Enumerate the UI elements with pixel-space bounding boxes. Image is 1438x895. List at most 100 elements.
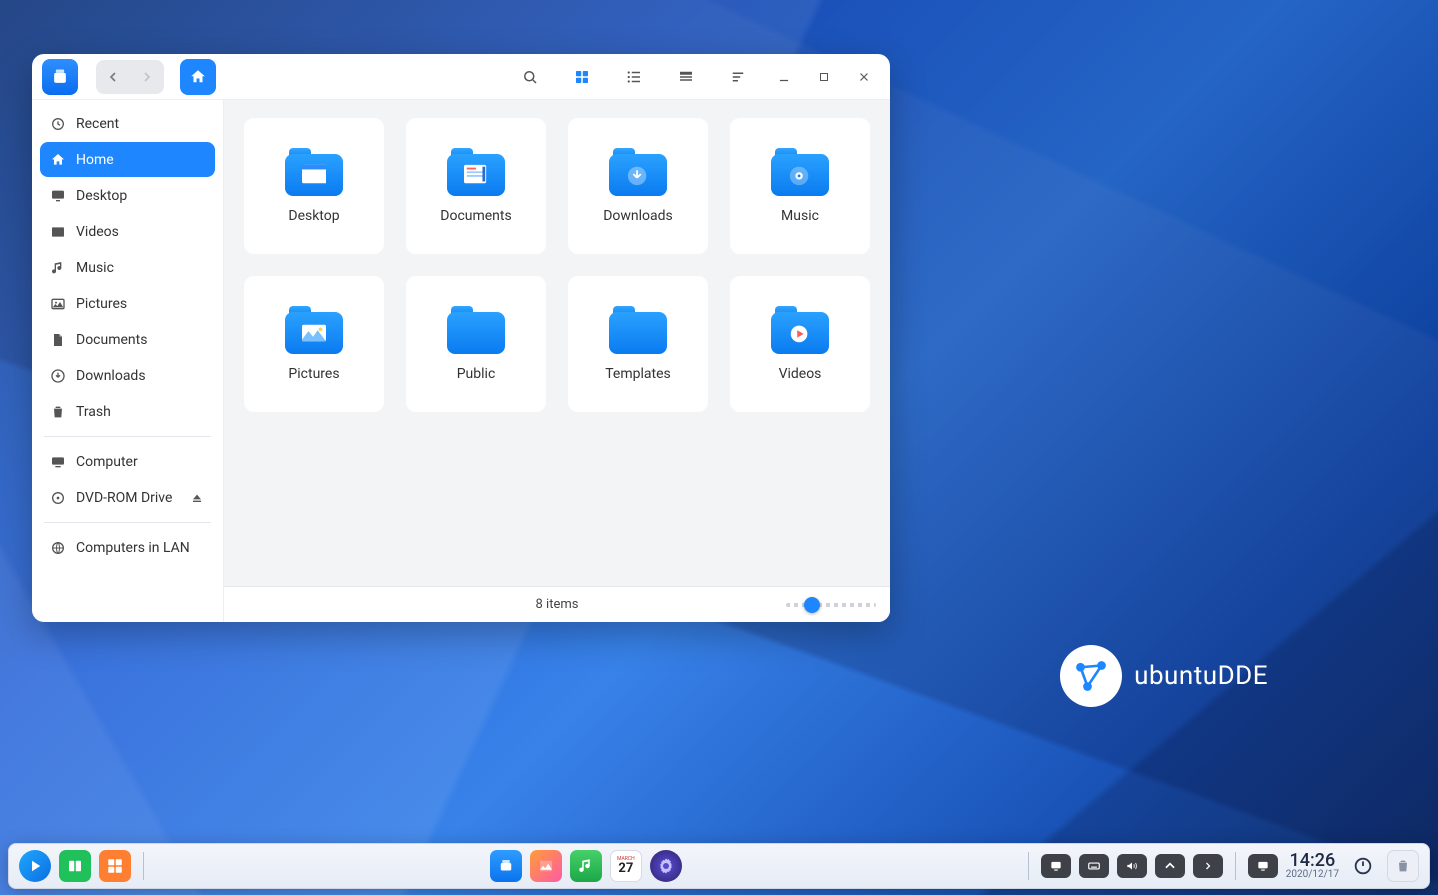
nav-buttons: [96, 60, 164, 94]
home-icon: [50, 152, 66, 168]
sidebar-item-videos[interactable]: Videos: [40, 214, 215, 249]
menu-button[interactable]: [722, 61, 754, 93]
sidebar-item-label: Trash: [76, 404, 111, 420]
dock-photos[interactable]: [530, 850, 562, 882]
os-watermark-text: ubuntuDDE: [1134, 661, 1268, 691]
sidebar-item-label: Videos: [76, 224, 119, 240]
tray-screen-icon[interactable]: [1041, 854, 1071, 878]
app-icon: [42, 59, 78, 95]
sidebar-item-trash[interactable]: Trash: [40, 394, 215, 429]
breadcrumb-home-button[interactable]: [180, 59, 216, 95]
tray-more-icon[interactable]: [1193, 854, 1223, 878]
taskbar-clock[interactable]: 14:26 2020/12/17: [1286, 852, 1339, 880]
launcher-button[interactable]: [19, 850, 51, 882]
maximize-button[interactable]: [808, 61, 840, 93]
sidebar-item-label: Documents: [76, 332, 147, 348]
zoom-slider[interactable]: [786, 603, 876, 607]
separator: [44, 522, 211, 523]
folder-label: Desktop: [288, 208, 339, 224]
folder-icon: [609, 148, 667, 196]
view-icons-button[interactable]: [566, 61, 598, 93]
folder-label: Documents: [440, 208, 511, 224]
item-count: 8 items: [536, 597, 579, 612]
folder-music[interactable]: Music: [730, 118, 870, 254]
disc-icon: [50, 490, 66, 506]
taskbar: MARCH 27 14:26 2020/12/17: [8, 843, 1430, 889]
dock-calendar[interactable]: MARCH 27: [610, 850, 642, 882]
dock-settings[interactable]: [650, 850, 682, 882]
video-icon: [50, 224, 66, 240]
sidebar-item-computer[interactable]: Computer: [40, 444, 215, 479]
folder-public[interactable]: Public: [406, 276, 546, 412]
sidebar: Recent Home Desktop Videos Music Pictures Docu…: [32, 100, 224, 622]
picture-icon: [50, 296, 66, 312]
sidebar-item-music[interactable]: Music: [40, 250, 215, 285]
sidebar-item-dvd-rom-drive[interactable]: DVD-ROM Drive: [40, 480, 215, 515]
file-manager-window: Recent Home Desktop Videos Music Pictures Docu…: [32, 54, 890, 622]
trash-icon: [50, 404, 66, 420]
sidebar-item-desktop[interactable]: Desktop: [40, 178, 215, 213]
tray-volume-icon[interactable]: [1117, 854, 1147, 878]
folder-icon: [447, 306, 505, 354]
nav-forward-button[interactable]: [130, 60, 164, 94]
ubuntudde-logo-icon: [1060, 645, 1122, 707]
folder-icon: [771, 306, 829, 354]
folder-icon: [771, 148, 829, 196]
nav-back-button[interactable]: [96, 60, 130, 94]
folder-templates[interactable]: Templates: [568, 276, 708, 412]
sidebar-item-home[interactable]: Home: [40, 142, 215, 177]
dock-music[interactable]: [570, 850, 602, 882]
sidebar-item-computers-in-lan[interactable]: Computers in LAN: [40, 530, 215, 565]
clock-date: 2020/12/17: [1286, 870, 1339, 880]
sidebar-item-downloads[interactable]: Downloads: [40, 358, 215, 393]
power-button[interactable]: [1347, 850, 1379, 882]
folder-icon: [285, 306, 343, 354]
os-watermark: ubuntuDDE: [1060, 645, 1268, 707]
desktop-icon: [50, 188, 66, 204]
lan-icon: [50, 540, 66, 556]
eject-icon[interactable]: [189, 490, 205, 506]
folder-grid: Desktop Documents Downloads Music Pictures Pu…: [224, 100, 890, 586]
folder-label: Pictures: [288, 366, 339, 382]
folder-desktop[interactable]: Desktop: [244, 118, 384, 254]
view-columns-button[interactable]: [670, 61, 702, 93]
folder-pictures[interactable]: Pictures: [244, 276, 384, 412]
separator: [1235, 852, 1236, 880]
folder-icon: [285, 148, 343, 196]
sidebar-item-documents[interactable]: Documents: [40, 322, 215, 357]
folder-videos[interactable]: Videos: [730, 276, 870, 412]
folder-label: Videos: [779, 366, 822, 382]
sidebar-item-label: Home: [76, 152, 114, 168]
trash-button[interactable]: [1387, 850, 1419, 882]
folder-documents[interactable]: Documents: [406, 118, 546, 254]
sidebar-item-label: Computer: [76, 454, 138, 470]
sidebar-item-pictures[interactable]: Pictures: [40, 286, 215, 321]
tray-keyboard-icon[interactable]: [1079, 854, 1109, 878]
folder-icon: [609, 306, 667, 354]
folder-label: Public: [457, 366, 496, 382]
clock-icon: [50, 116, 66, 132]
folder-icon: [447, 148, 505, 196]
sidebar-item-label: Recent: [76, 116, 119, 132]
statusbar: 8 items: [224, 586, 890, 622]
view-list-button[interactable]: [618, 61, 650, 93]
close-button[interactable]: [848, 61, 880, 93]
dock-file-manager[interactable]: [490, 850, 522, 882]
sidebar-item-recent[interactable]: Recent: [40, 106, 215, 141]
music-icon: [50, 260, 66, 276]
tray-network-icon[interactable]: [1155, 854, 1185, 878]
multitask-button[interactable]: [59, 850, 91, 882]
tray-notifications-icon[interactable]: [1248, 854, 1278, 878]
folder-label: Downloads: [603, 208, 673, 224]
sidebar-item-label: DVD-ROM Drive: [76, 490, 172, 506]
minimize-button[interactable]: [768, 61, 800, 93]
show-desktop-button[interactable]: [99, 850, 131, 882]
sidebar-item-label: Music: [76, 260, 114, 276]
folder-label: Templates: [605, 366, 671, 382]
search-button[interactable]: [514, 61, 546, 93]
separator: [1028, 852, 1029, 880]
computer-icon: [50, 454, 66, 470]
sidebar-item-label: Downloads: [76, 368, 146, 384]
folder-downloads[interactable]: Downloads: [568, 118, 708, 254]
separator: [143, 852, 144, 880]
